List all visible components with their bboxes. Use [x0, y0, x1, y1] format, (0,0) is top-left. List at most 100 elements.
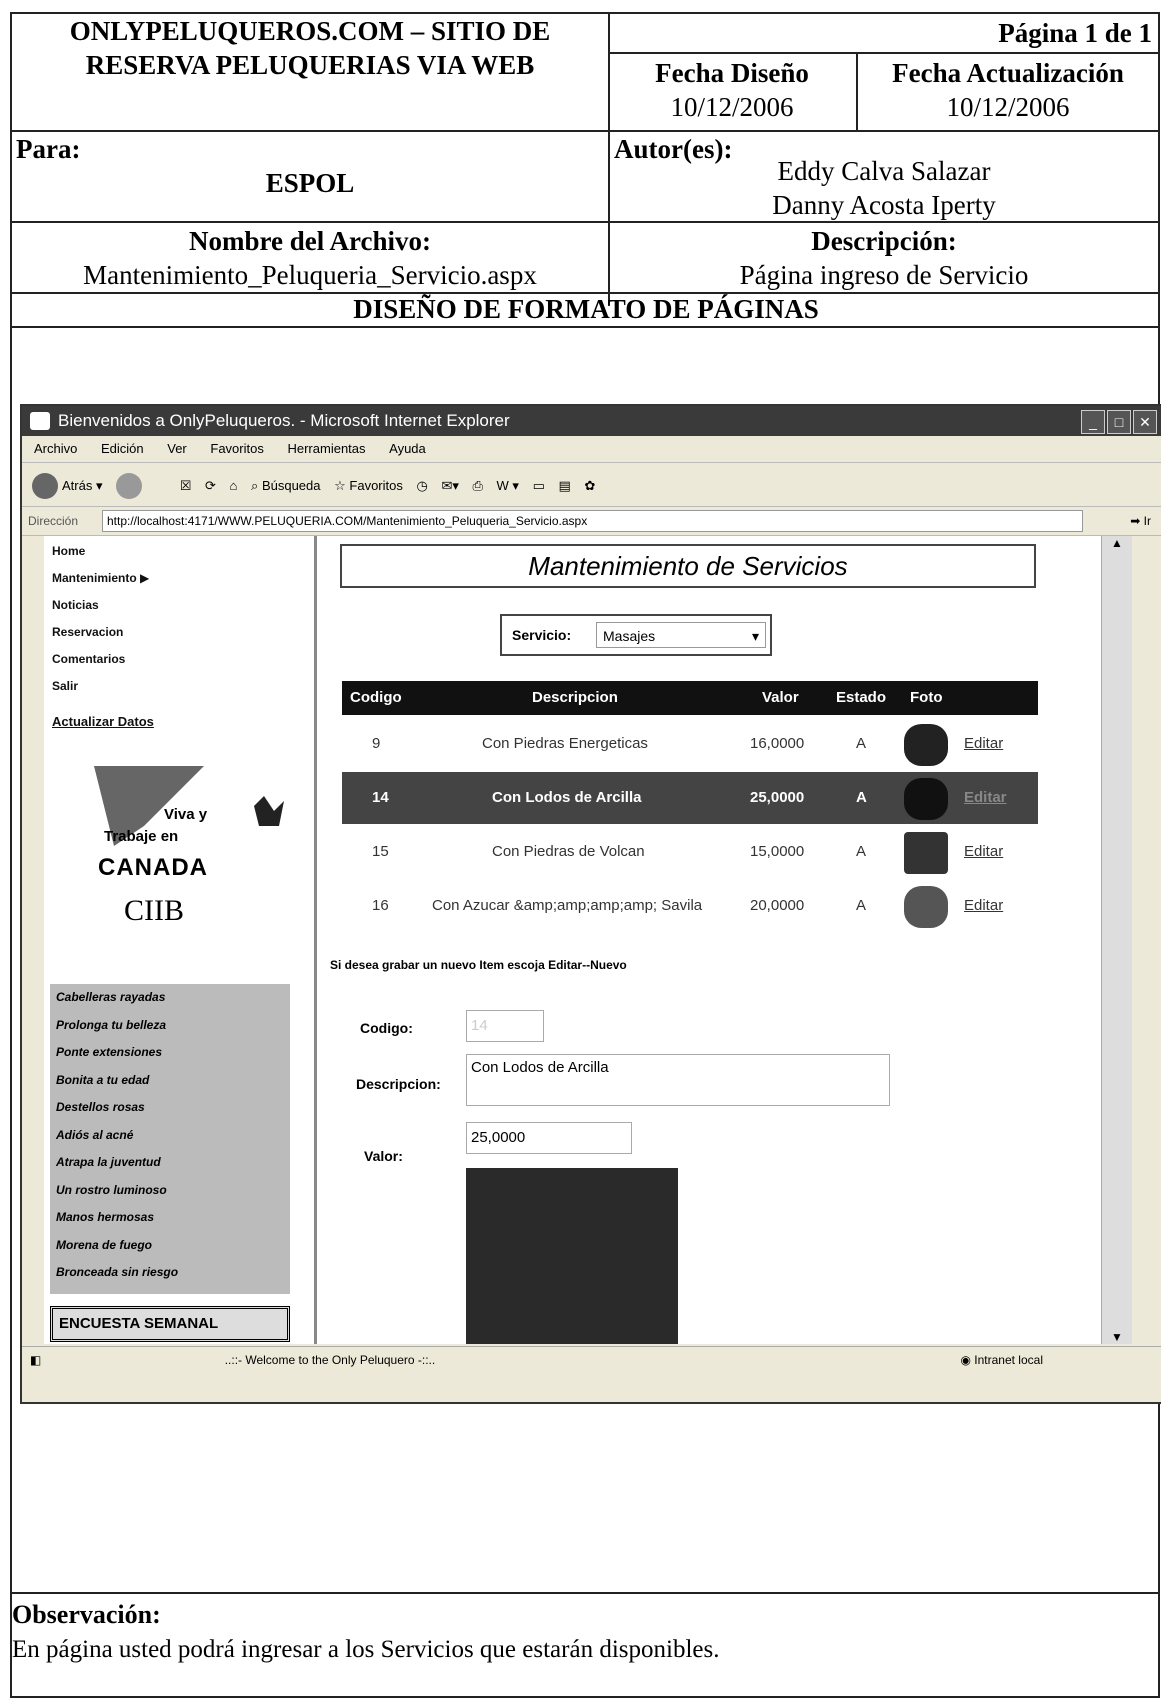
close-icon[interactable]: ✕	[1133, 410, 1157, 434]
autor-2: Danny Acosta Iperty	[772, 190, 996, 220]
stop-icon[interactable]: ☒	[180, 464, 192, 508]
cell-valor: 15,0000	[750, 843, 805, 860]
service-photo	[904, 778, 948, 820]
url-input[interactable]: http://localhost:4171/WWW.PELUQUERIA.COM…	[102, 510, 1083, 532]
cell-valor: 20,0000	[750, 897, 805, 914]
research-icon[interactable]: ▤	[559, 464, 571, 508]
cell-estado: A	[856, 789, 867, 806]
codigo-label: Codigo:	[360, 1020, 413, 1036]
archivo-label: Nombre del Archivo:	[189, 226, 431, 256]
menu-edicion[interactable]: Edición	[101, 441, 144, 456]
nav-salir[interactable]: Salir	[52, 673, 314, 700]
scroll-down-icon[interactable]: ▼	[1102, 1330, 1132, 1344]
doc-title-line1: ONLYPELUQUEROS.COM – SITIO DE	[69, 16, 551, 46]
submenu-arrow-icon: ▶	[140, 571, 150, 585]
word-icon[interactable]: W ▾	[497, 464, 519, 508]
link-rostro[interactable]: Un rostro luminoso	[56, 1177, 290, 1205]
go-arrow-icon: ➡	[1130, 514, 1141, 528]
menu-archivo[interactable]: Archivo	[34, 441, 77, 456]
browser-toolbar: Atrás ▾ ☒ ⟳ ⌂ ⌕ Búsqueda ☆ Favoritos ◷ ✉…	[22, 462, 1161, 507]
new-item-note: Si desea grabar un nuevo Item escoja Edi…	[330, 958, 627, 972]
cell-valor: 25,0000	[750, 789, 805, 806]
edit-link[interactable]: Editar	[964, 772, 1007, 824]
minimize-icon[interactable]: _	[1081, 410, 1105, 434]
link-bonita[interactable]: Bonita a tu edad	[56, 1067, 290, 1095]
nav-comentarios[interactable]: Comentarios	[52, 646, 314, 673]
menu-favoritos[interactable]: Favoritos	[210, 441, 263, 456]
favorites-label: Favoritos	[349, 477, 403, 493]
back-arrow-icon	[32, 473, 58, 500]
link-destellos[interactable]: Destellos rosas	[56, 1094, 290, 1122]
address-label: Dirección	[28, 514, 79, 528]
link-acne[interactable]: Adiós al acné	[56, 1122, 290, 1150]
address-bar: Dirección http://localhost:4171/WWW.PELU…	[22, 506, 1161, 536]
cell-valor: 16,0000	[750, 735, 805, 752]
nav-actualizar-datos[interactable]: Actualizar Datos	[52, 708, 314, 735]
chevron-down-icon: ▾	[751, 628, 759, 644]
table-row: 9 Con Piedras Energeticas 16,0000 A Edit…	[342, 718, 1038, 770]
back-button[interactable]: Atrás ▾	[32, 464, 102, 508]
favorites-button[interactable]: ☆ Favoritos	[334, 464, 403, 508]
forward-button[interactable]	[116, 464, 146, 508]
history-icon[interactable]: ◷	[417, 464, 428, 508]
nav-mantenimiento-label: Mantenimiento	[52, 571, 137, 585]
col-foto: Foto	[910, 689, 943, 706]
print-icon[interactable]: ⎙	[473, 464, 483, 508]
valor-field[interactable]: 25,0000	[466, 1122, 632, 1154]
cell-descripcion: Con Piedras Energeticas	[482, 735, 648, 752]
star-icon: ☆	[334, 477, 346, 493]
fecha-actualizacion-value: 10/12/2006	[946, 92, 1070, 122]
service-label: Servicio:	[512, 627, 572, 643]
browser-titlebar: Bienvenidos a OnlyPeluqueros. - Microsof…	[22, 406, 1161, 436]
weekly-survey[interactable]: ENCUESTA SEMANAL	[50, 1306, 290, 1342]
menu-ayuda[interactable]: Ayuda	[389, 441, 426, 456]
mail-icon[interactable]: ✉▾	[441, 464, 458, 508]
nav-reservacion[interactable]: Reservacion	[52, 619, 314, 646]
nav-home[interactable]: Home	[52, 538, 314, 565]
fecha-actualizacion-label: Fecha Actualización	[892, 58, 1124, 88]
refresh-icon[interactable]: ⟳	[205, 464, 216, 508]
scroll-up-icon[interactable]: ▲	[1102, 536, 1132, 550]
go-button[interactable]: ➡ Ir	[1130, 507, 1151, 535]
nav-mantenimiento[interactable]: Mantenimiento ▶	[52, 565, 314, 592]
web-page: Home Mantenimiento ▶ Noticias Reservacio…	[44, 536, 1132, 1344]
home-icon[interactable]: ⌂	[230, 464, 238, 508]
link-extensiones[interactable]: Ponte extensiones	[56, 1039, 290, 1067]
service-image-preview	[466, 1168, 678, 1344]
zone-text: Intranet local	[974, 1353, 1043, 1367]
menu-ver[interactable]: Ver	[167, 441, 187, 456]
cell-codigo: 9	[372, 735, 381, 752]
archivo-value: Mantenimiento_Peluqueria_Servicio.aspx	[83, 260, 537, 290]
ciib-logo: CIIB	[124, 894, 184, 927]
discuss-icon[interactable]: ▭	[533, 464, 545, 508]
page-number: Página 1 de 1	[998, 18, 1152, 48]
link-morena[interactable]: Morena de fuego	[56, 1232, 290, 1260]
cell-codigo: 15	[372, 843, 389, 860]
maximize-icon[interactable]: □	[1107, 410, 1131, 434]
nav-noticias[interactable]: Noticias	[52, 592, 314, 619]
descripcion-field[interactable]: Con Lodos de Arcilla	[466, 1054, 890, 1106]
cell-descripcion: Con Lodos de Arcilla	[492, 789, 642, 806]
service-select[interactable]: Masajes ▾	[596, 622, 766, 648]
link-juventud[interactable]: Atrapa la juventud	[56, 1149, 290, 1177]
codigo-field[interactable]: 14	[466, 1010, 544, 1042]
col-descripcion: Descripcion	[532, 689, 618, 706]
status-bar: ◧ ..::- Welcome to the Only Peluquero -:…	[22, 1346, 1161, 1373]
link-prolonga[interactable]: Prolonga tu belleza	[56, 1012, 290, 1040]
messenger-icon[interactable]: ✿	[584, 464, 595, 508]
col-codigo: Codigo	[350, 689, 402, 706]
descripcion-value: Página ingreso de Servicio	[739, 260, 1029, 290]
canada-ad[interactable]: Viva y Trabaje en CANADA CIIB	[84, 766, 284, 966]
link-cabelleras[interactable]: Cabelleras rayadas	[56, 984, 290, 1012]
edit-link[interactable]: Editar	[964, 880, 1003, 932]
vertical-scrollbar[interactable]: ▲ ▼	[1101, 536, 1132, 1344]
para-value: ESPOL	[265, 168, 355, 198]
ad-line2: Trabaje en	[104, 828, 179, 845]
link-manos[interactable]: Manos hermosas	[56, 1204, 290, 1232]
col-estado: Estado	[836, 689, 887, 706]
edit-link[interactable]: Editar	[964, 718, 1003, 770]
menu-herramientas[interactable]: Herramientas	[287, 441, 365, 456]
search-button[interactable]: ⌕ Búsqueda	[251, 464, 320, 508]
link-bronceada[interactable]: Bronceada sin riesgo	[56, 1259, 290, 1287]
edit-link[interactable]: Editar	[964, 826, 1003, 878]
